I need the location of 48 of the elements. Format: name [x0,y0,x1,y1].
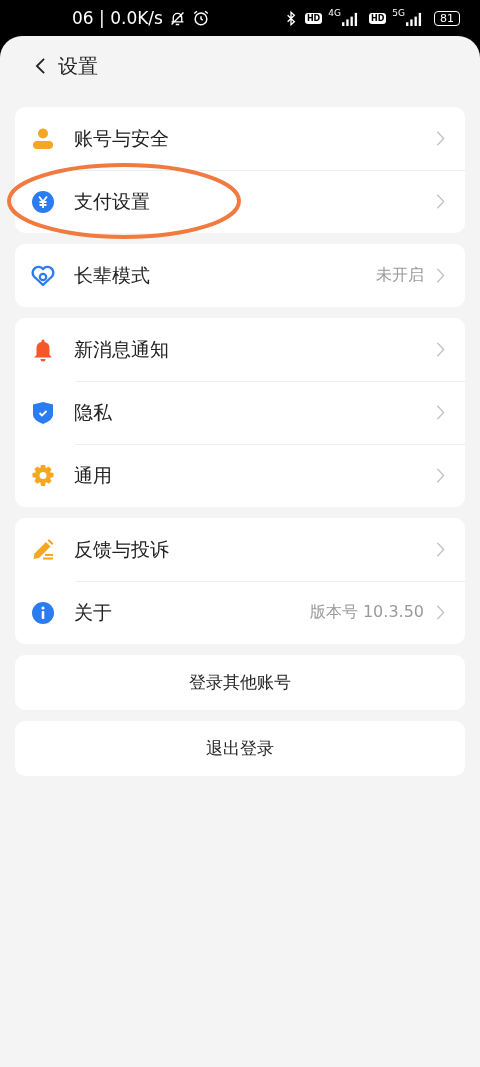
signal-icon [340,10,360,26]
item-label: 反馈与投诉 [74,536,170,562]
heart-icon [31,263,55,288]
network-type: 5G [392,8,405,18]
yen-icon [31,189,55,214]
item-value: 版本号 10.3.50 [309,602,424,623]
person-icon [31,126,55,151]
settings-item[interactable]: 隐私 [15,381,465,444]
page-title: 设置 [58,52,98,80]
back-icon[interactable] [35,57,46,75]
bell-icon [31,337,55,362]
item-label: 通用 [74,462,113,488]
chevron-icon [436,604,445,621]
hd-badge: HD [368,12,387,24]
chevron-icon [436,193,445,210]
settings-item[interactable]: 账号与安全 [15,107,465,170]
pen-icon [31,537,55,562]
settings-item[interactable]: 长辈模式 未开启 [15,244,465,307]
item-label: 隐私 [74,399,113,425]
info-icon [31,600,55,625]
item-label: 新消息通知 [74,336,170,362]
settings-item[interactable]: 支付设置 [15,170,465,233]
status-time: 06 | 0.0K/s [72,8,163,28]
chevron-icon [436,267,445,284]
action-button[interactable]: 退出登录 [15,721,465,776]
chevron-icon [436,130,445,147]
bluetooth-icon [285,9,296,27]
settings-item[interactable]: 新消息通知 [15,318,465,381]
chevron-icon [436,404,445,421]
settings-item[interactable]: 反馈与投诉 [15,518,465,581]
item-label: 支付设置 [74,188,151,214]
hd-badge: HD [304,12,323,24]
settings-icon [31,463,55,488]
shield-icon [31,400,55,425]
chevron-icon [436,341,445,358]
network-type: 4G [328,8,341,18]
chevron-icon [436,467,445,484]
battery-indicator: 81 [434,10,460,26]
settings-item[interactable]: 通用 [15,444,465,507]
item-label: 关于 [74,599,113,625]
action-button[interactable]: 登录其他账号 [15,655,465,710]
item-label: 账号与安全 [74,125,170,151]
signal-icon [405,10,424,26]
item-value: 未开启 [376,265,424,286]
settings-item[interactable]: 关于 版本号 10.3.50 [15,581,465,644]
alarm-icon [191,9,210,27]
item-label: 长辈模式 [74,262,151,288]
chevron-icon [436,541,445,558]
